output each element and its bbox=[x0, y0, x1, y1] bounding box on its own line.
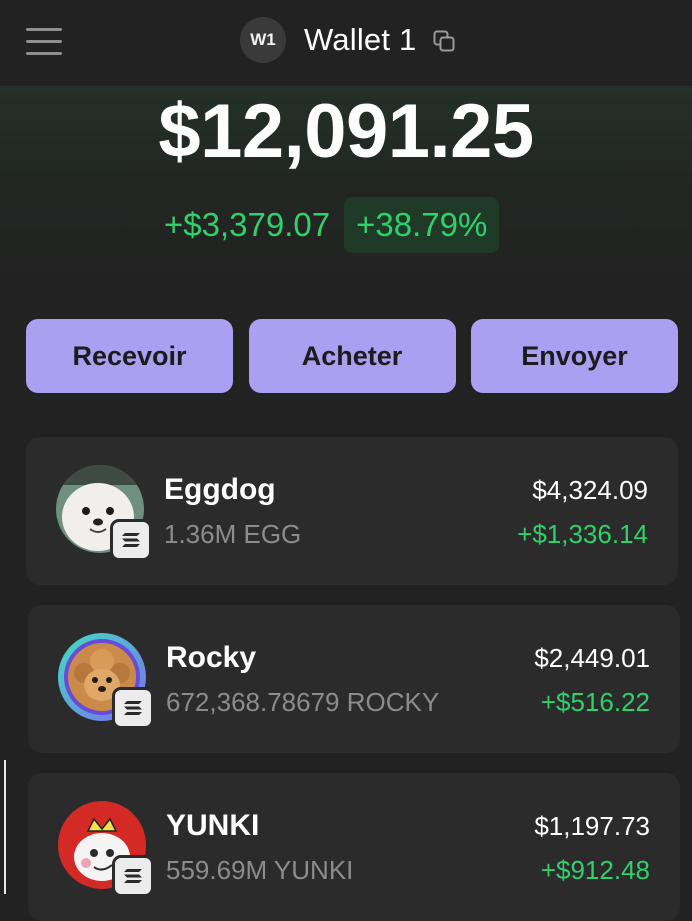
top-bar: W1 Wallet 1 bbox=[0, 0, 692, 87]
solana-icon bbox=[112, 687, 154, 729]
token-row-eggdog[interactable]: Eggdog 1.36M EGG $4,324.09 +$1,336.14 bbox=[26, 437, 678, 585]
token-change: +$912.48 bbox=[540, 855, 650, 885]
action-buttons: Recevoir Acheter Envoyer bbox=[26, 319, 678, 393]
token-name: YUNKI bbox=[166, 809, 260, 842]
token-row-yunki[interactable]: YUNKI 559.69M YUNKI $1,197.73 +$912.48 bbox=[28, 773, 680, 921]
token-change: +$1,336.14 bbox=[517, 519, 648, 549]
token-amount: 1.36M EGG bbox=[164, 519, 302, 549]
scroll-indicator bbox=[4, 760, 6, 894]
token-value: $2,449.01 bbox=[534, 643, 650, 673]
token-amount: 559.69M YUNKI bbox=[166, 855, 354, 885]
token-name: Eggdog bbox=[164, 473, 276, 506]
change-amount: +$3,379.07 bbox=[164, 206, 331, 243]
token-value: $1,197.73 bbox=[534, 811, 650, 841]
solana-icon bbox=[112, 855, 154, 897]
solana-icon bbox=[110, 519, 152, 561]
copy-icon[interactable] bbox=[432, 29, 456, 53]
buy-button[interactable]: Acheter bbox=[248, 319, 456, 393]
change-percent-badge: +38.79% bbox=[344, 197, 500, 253]
token-row-rocky[interactable]: Rocky 672,368.78679 ROCKY $2,449.01 +$51… bbox=[28, 605, 680, 753]
wallet-name: Wallet 1 bbox=[304, 22, 417, 57]
receive-button[interactable]: Recevoir bbox=[26, 319, 233, 393]
token-amount: 672,368.78679 ROCKY bbox=[166, 687, 440, 717]
total-balance: $12,091.25 bbox=[158, 89, 534, 174]
token-name: Rocky bbox=[166, 641, 257, 674]
wallet-avatar: W1 bbox=[240, 17, 286, 63]
token-change: +$516.22 bbox=[540, 687, 650, 717]
hamburger-menu-icon[interactable] bbox=[26, 28, 62, 56]
wallet-selector[interactable]: W1 Wallet 1 bbox=[240, 16, 456, 64]
token-value: $4,324.09 bbox=[532, 475, 648, 505]
send-button[interactable]: Envoyer bbox=[471, 319, 678, 393]
balance-change: +$3,379.07 +38.79% bbox=[164, 197, 500, 253]
